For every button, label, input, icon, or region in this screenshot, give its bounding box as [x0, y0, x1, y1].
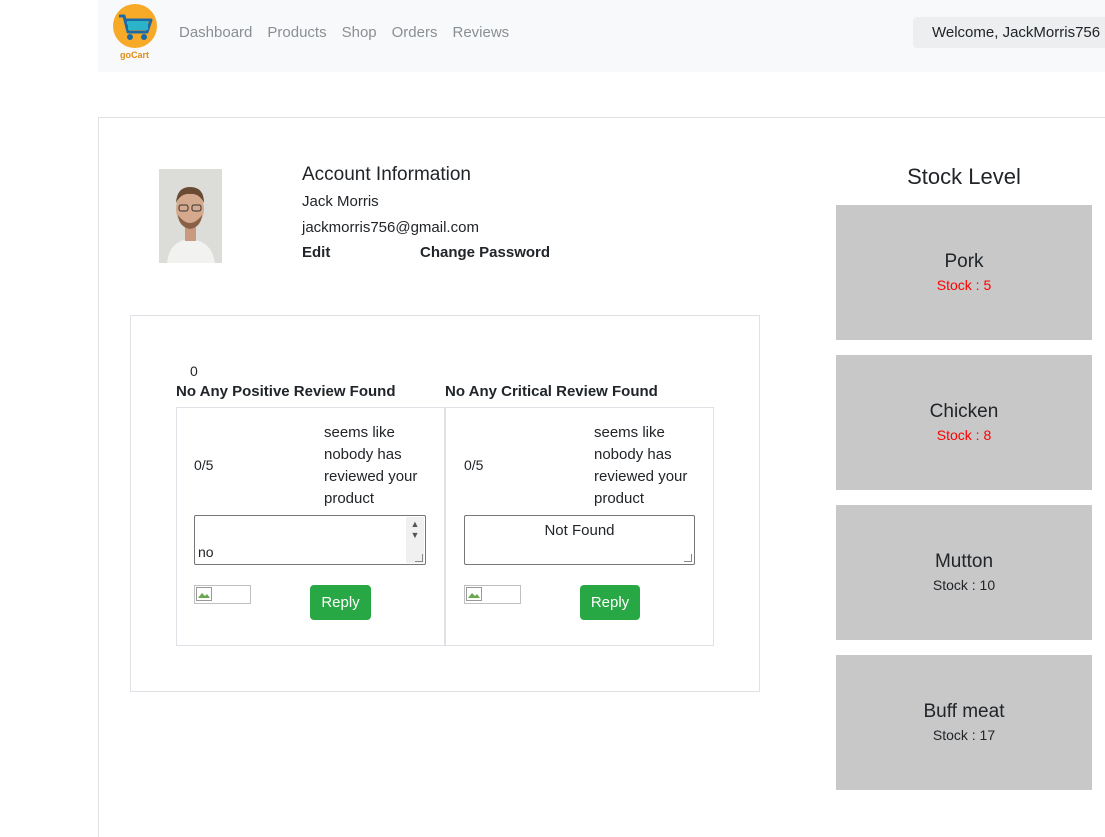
gocart-logo[interactable]: goCart [112, 4, 158, 62]
stock-card: Mutton Stock : 10 [836, 505, 1092, 640]
stock-item-name: Chicken [929, 401, 999, 422]
resize-handle-icon[interactable] [684, 554, 692, 562]
critical-reply-text: Not Found [544, 522, 615, 539]
critical-reply-button[interactable]: Reply [580, 585, 640, 620]
nav-dashboard[interactable]: Dashboard [179, 24, 252, 41]
account-email: jackmorris756@gmail.com [302, 219, 479, 236]
positive-reply-text: no [198, 544, 214, 560]
account-name: Jack Morris [302, 193, 379, 210]
critical-rating: 0/5 [464, 457, 484, 473]
review-count: 0 [190, 363, 198, 379]
nav-links: Dashboard Products Shop Orders Reviews [179, 24, 524, 41]
scroll-up-icon[interactable]: ▲ [406, 519, 424, 530]
positive-review-title: No Any Positive Review Found [176, 383, 396, 400]
stock-item-name: Buff meat [923, 701, 1005, 722]
stock-item-qty: Stock : 8 [936, 427, 992, 443]
scroll-down-icon[interactable]: ▼ [406, 530, 424, 541]
critical-review-message: seems like nobody has reviewed your prod… [594, 424, 688, 507]
stock-item-qty: Stock : 5 [936, 277, 992, 293]
stock-item-qty: Stock : 17 [932, 727, 996, 743]
nav-orders[interactable]: Orders [392, 24, 438, 41]
critical-review-title: No Any Critical Review Found [445, 383, 658, 400]
broken-image-icon [464, 585, 521, 604]
stock-card: Pork Stock : 5 [836, 205, 1092, 340]
positive-rating: 0/5 [194, 457, 214, 473]
nav-reviews[interactable]: Reviews [452, 24, 509, 41]
logo-text: goCart [120, 50, 149, 60]
profile-avatar [159, 169, 222, 263]
positive-reply-button[interactable]: Reply [310, 585, 371, 620]
change-password-link[interactable]: Change Password [420, 244, 550, 261]
stock-item-name: Pork [944, 251, 984, 272]
stock-item-name: Mutton [934, 551, 994, 572]
stock-level-title: Stock Level [907, 164, 1021, 189]
broken-image-icon [194, 585, 251, 604]
nav-products[interactable]: Products [267, 24, 326, 41]
account-title: Account Information [302, 164, 471, 185]
stock-item-qty: Stock : 10 [932, 577, 996, 593]
edit-link[interactable]: Edit [302, 244, 330, 261]
stock-card: Chicken Stock : 8 [836, 355, 1092, 490]
user-dropdown[interactable]: Welcome, JackMorris756 ▼ [913, 17, 1105, 48]
resize-handle-icon[interactable] [415, 554, 423, 562]
cart-icon [119, 14, 153, 40]
welcome-text: Welcome, JackMorris756 [932, 24, 1101, 41]
positive-reply-textarea[interactable]: no ▲ ▼ [194, 515, 426, 565]
stock-card: Buff meat Stock : 17 [836, 655, 1092, 790]
positive-review-message: seems like nobody has reviewed your prod… [324, 424, 418, 507]
nav-shop[interactable]: Shop [342, 24, 377, 41]
logo-circle [113, 4, 157, 48]
critical-reply-textarea[interactable]: Not Found [464, 515, 695, 565]
top-navbar: goCart Dashboard Products Shop Orders Re… [98, 0, 1105, 72]
